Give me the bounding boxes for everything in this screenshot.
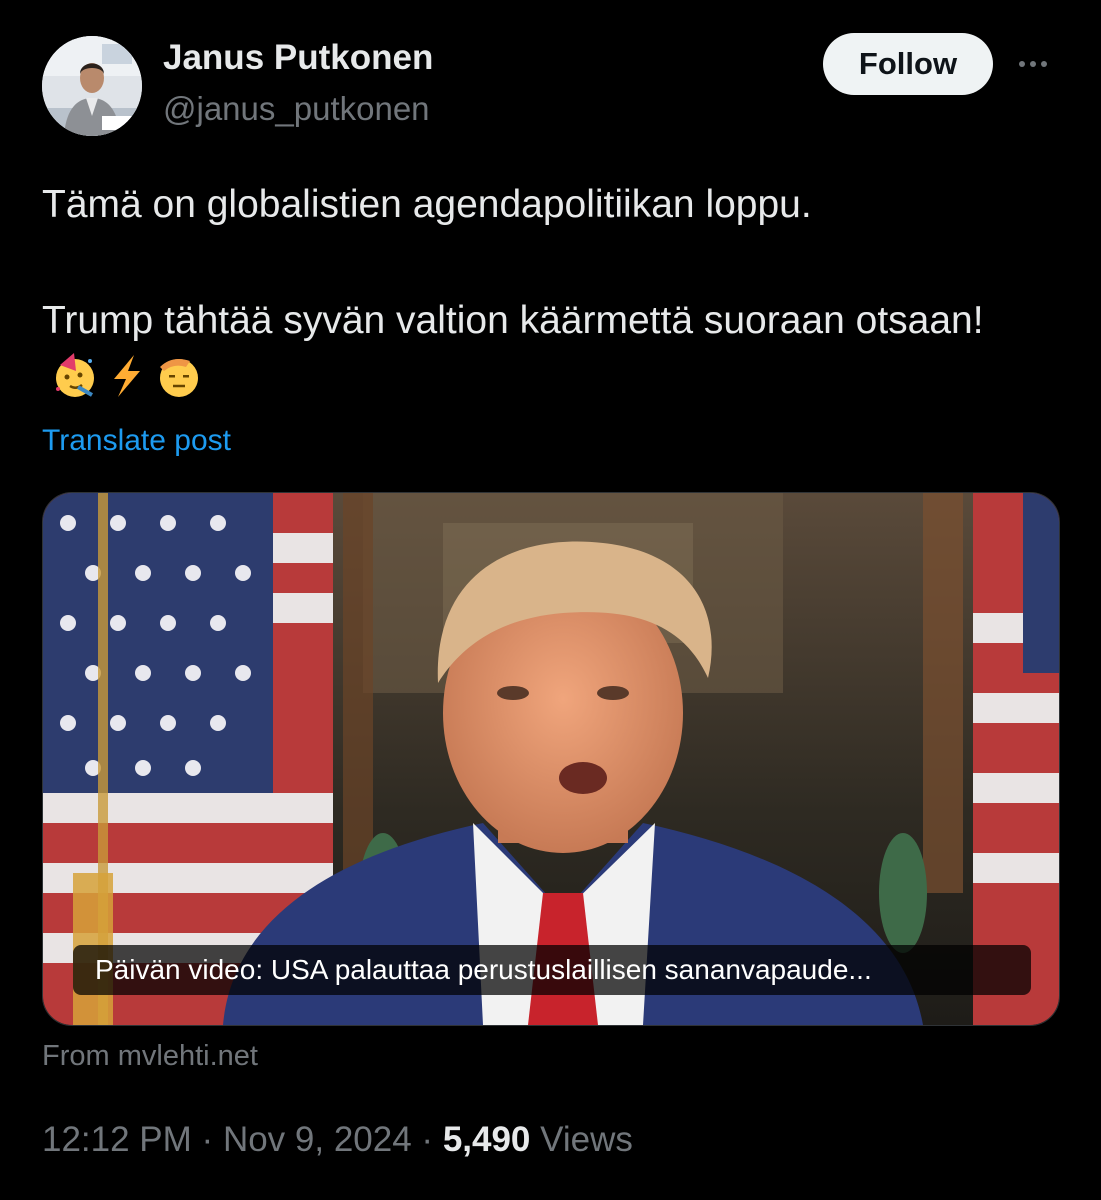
views-count[interactable]: 5,490 bbox=[443, 1120, 531, 1159]
emoji-group bbox=[52, 353, 202, 399]
post-text-line: Trump tähtää syvän valtion käärmettä suo… bbox=[42, 292, 1052, 408]
meta-separator: · bbox=[421, 1120, 434, 1159]
profile-photo bbox=[42, 36, 142, 136]
more-options-button[interactable] bbox=[1014, 52, 1058, 76]
post-text-content: Trump tähtää syvän valtion käärmettä suo… bbox=[42, 299, 984, 342]
saluting-face-emoji bbox=[160, 359, 198, 397]
post-text-line: Tämä on globalistien agendapolitiikan lo… bbox=[42, 183, 812, 226]
post-date[interactable]: Nov 9, 2024 bbox=[223, 1120, 412, 1159]
author-handle[interactable]: @janus_putkonen bbox=[163, 90, 430, 128]
follow-button[interactable]: Follow bbox=[823, 33, 993, 95]
post-text: Tämä on globalistien agendapolitiikan lo… bbox=[42, 176, 1052, 408]
avatar[interactable] bbox=[42, 36, 142, 136]
link-source[interactable]: From mvlehti.net bbox=[42, 1040, 258, 1073]
post-meta: 12:12 PM · Nov 9, 2024 · 5,490 Views bbox=[42, 1120, 633, 1160]
partying-face-emoji bbox=[56, 353, 94, 397]
post-time[interactable]: 12:12 PM bbox=[42, 1120, 192, 1159]
translate-post-link[interactable]: Translate post bbox=[42, 424, 231, 458]
video-caption: Päivän video: USA palauttaa perustuslail… bbox=[73, 945, 1031, 995]
more-horizontal-icon bbox=[1019, 61, 1047, 67]
high-voltage-emoji bbox=[114, 355, 140, 397]
author-display-name[interactable]: Janus Putkonen bbox=[163, 38, 433, 78]
views-label[interactable]: Views bbox=[540, 1120, 633, 1159]
video-link-card[interactable]: Päivän video: USA palauttaa perustuslail… bbox=[42, 492, 1060, 1026]
meta-separator: · bbox=[201, 1120, 214, 1159]
